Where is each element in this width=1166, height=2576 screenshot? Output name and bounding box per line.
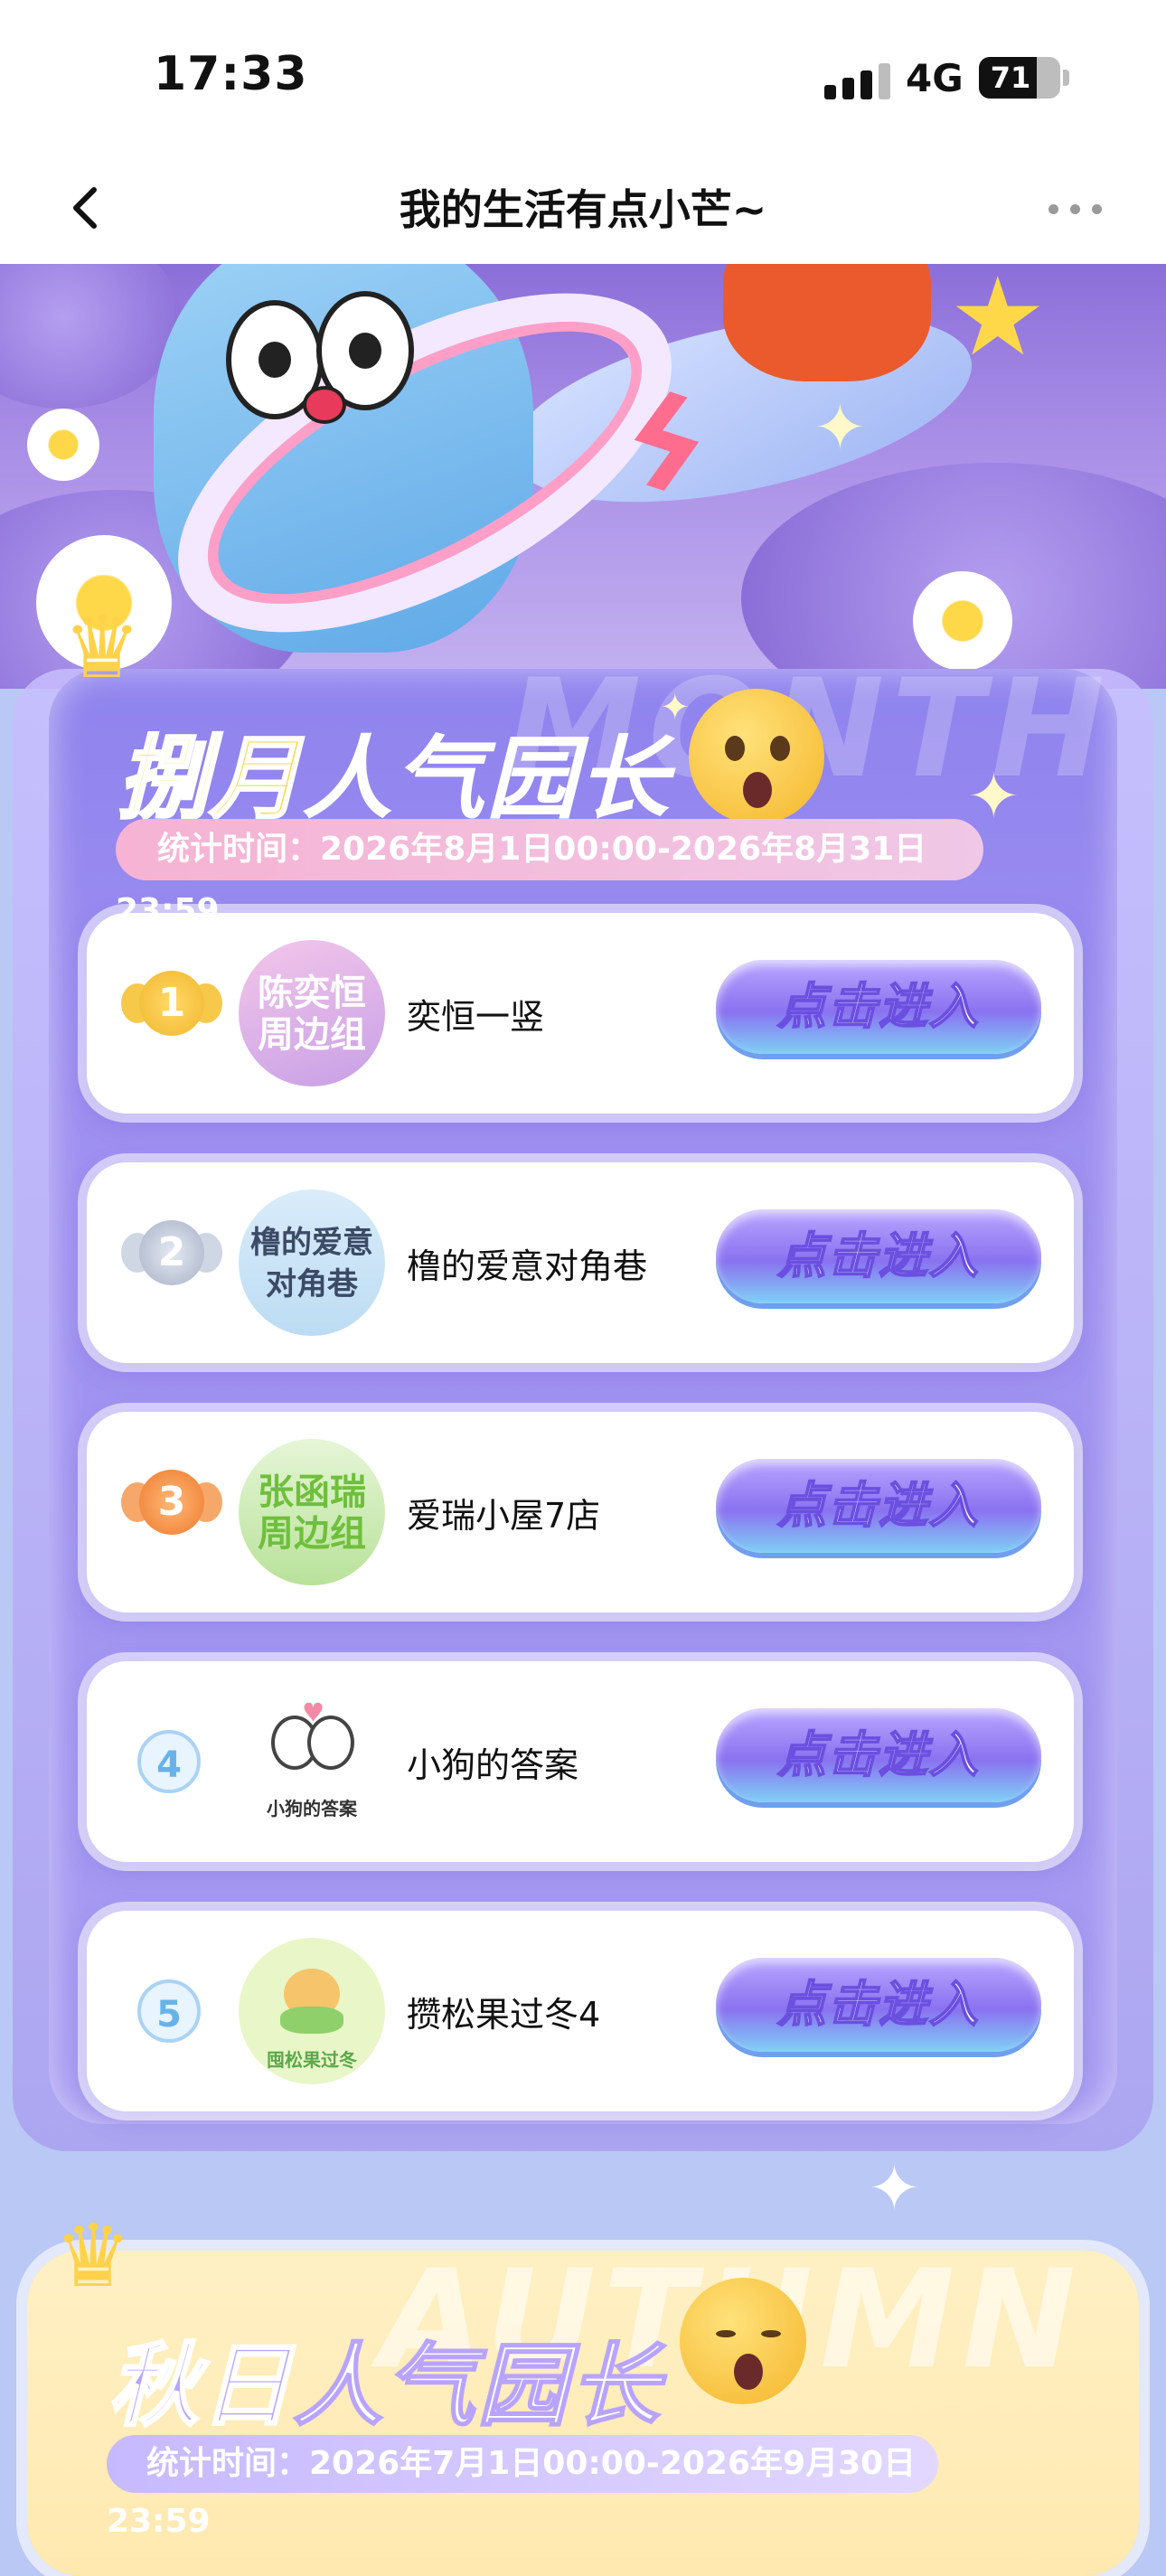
red-monster-decoration [723,264,931,381]
enter-button[interactable]: 点击进入 [716,960,1041,1054]
ranking-title-autumn: 秋日人气园长 [108,2312,662,2443]
shop-avatar[interactable]: 橹的爱意 对角巷 [239,1189,385,1336]
avatar-text: 橹的爱意 对角巷 [250,1225,373,1302]
signal-icon [824,60,906,99]
status-bar: 17:33 4G 71 [0,0,1166,154]
shop-name: 爱瑞小屋7店 [407,1496,601,1536]
title-autumn-part1: 秋日 [108,2332,293,2440]
gold-medal-icon: 1 [121,964,222,1063]
ranking-period-month: 统计时间：2026年8月1日00:00-2026年8月31日23:59 [116,819,983,929]
sparkle-icon: ✦ [660,687,691,729]
rank-number: 5 [137,1979,201,2043]
battery-icon: 71 [979,57,1060,99]
sparkle-icon: ✦ [868,2151,921,2225]
more-dots-icon[interactable] [1048,194,1108,221]
shop-name: 攒松果过冬4 [407,1995,601,2035]
avatar-text: 囤松果过冬 [267,2049,357,2071]
laughing-emoji-icon [680,2278,806,2404]
rank-number: 2 [139,1220,204,1285]
star-icon: ★ [949,264,1047,381]
shop-avatar[interactable]: 囤松果过冬 [239,1938,385,2084]
ranking-card[interactable]: 3 张函瑞 周边组 爱瑞小屋7店 点击进入 [87,1412,1074,1612]
nav-bar: 我的生活有点小芒~ [0,154,1166,264]
silver-medal-icon: 2 [121,1213,222,1312]
ranking-period-autumn: 统计时间：2026年7月1日00:00-2026年9月30日23:59 [107,2435,938,2540]
battery-percent: 71 [990,61,1031,95]
sparkle-icon: ✦ [967,759,1020,833]
mascot-nose [303,386,346,424]
rank-number: 3 [139,1470,204,1535]
ranking-card[interactable]: 5 囤松果过冬 攒松果过冬4 点击进入 [87,1911,1074,2111]
hero-banner-illustration: ϟ ★ ✦ [0,264,1166,689]
title-month-part2: 人气园长 [302,726,671,832]
shop-avatar[interactable]: ♥ 小狗的答案 [239,1688,385,1835]
angry-emoji-icon [689,689,824,824]
rank-number: 4 [137,1730,201,1793]
battery-tip [1063,70,1069,86]
ranking-title-month: 捌月人气园长 [117,705,671,836]
ranking-card[interactable]: 2 橹的爱意 对角巷 橹的爱意对角巷 点击进入 [87,1162,1074,1363]
enter-button[interactable]: 点击进入 [716,1958,1041,2052]
avatar-text: 小狗的答案 [267,1798,357,1819]
avatar-text: 张函瑞 周边组 [258,1471,366,1555]
bronze-medal-icon: 3 [121,1462,222,1562]
shop-name: 小狗的答案 [407,1745,579,1785]
avatar-text: 陈奕恒 周边组 [258,973,366,1056]
enter-button[interactable]: 点击进入 [716,1209,1041,1303]
shop-avatar[interactable]: 张函瑞 周边组 [239,1439,385,1585]
network-type: 4G [906,56,964,100]
shop-name: 橹的爱意对角巷 [407,1246,648,1286]
title-autumn-part2: 人气园长 [292,2332,662,2440]
enter-button[interactable]: 点击进入 [716,1708,1041,1802]
crown-icon: ♛ [54,2205,133,2307]
shop-name: 奕恒一竖 [407,997,545,1037]
shop-avatar[interactable]: 陈奕恒 周边组 [239,940,385,1086]
ranking-card[interactable]: 1 陈奕恒 周边组 奕恒一竖 点击进入 [87,913,1074,1114]
crown-icon: ♛ [63,597,142,698]
flower-icon [27,409,99,481]
status-time: 17:33 [154,47,308,101]
enter-button[interactable]: 点击进入 [716,1459,1041,1553]
rank-number: 1 [139,971,204,1036]
ranking-card[interactable]: 4 ♥ 小狗的答案 小狗的答案 点击进入 [87,1661,1074,1862]
sparkle-icon: ✦ [813,390,867,465]
title-month-part1: 捌月 [117,725,302,833]
page-title: 我的生活有点小芒~ [399,185,767,234]
